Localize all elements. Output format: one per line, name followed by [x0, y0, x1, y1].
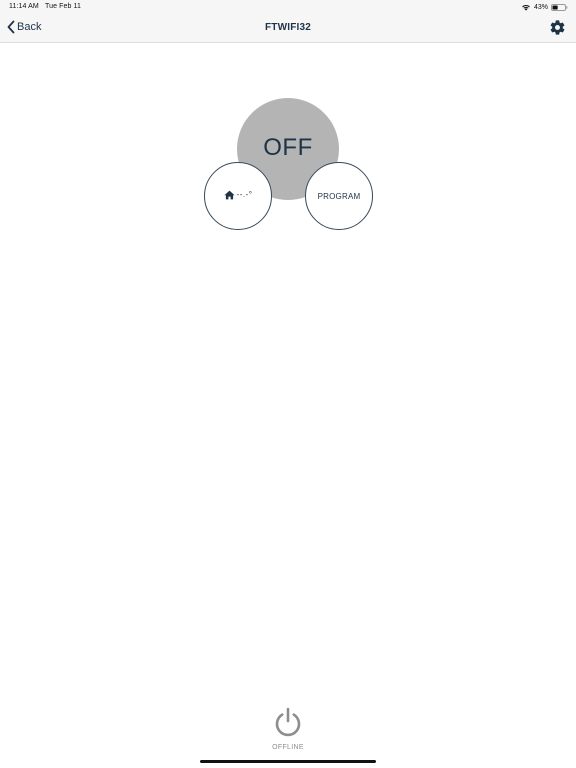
home-indicator[interactable]	[200, 760, 376, 763]
temperature-display: --.-°	[205, 190, 271, 200]
gear-icon	[549, 19, 566, 36]
temperature-value: --.-°	[236, 190, 253, 199]
connection-status: OFFLINE	[272, 744, 304, 751]
status-time: 11:14 AM	[9, 3, 39, 10]
battery-icon	[551, 3, 568, 11]
program-label: PROGRAM	[317, 192, 361, 201]
status-indicators: 43%	[521, 2, 568, 12]
status-date: Tue Feb 11	[45, 3, 82, 10]
home-icon	[223, 190, 235, 200]
temperature-button[interactable]: --.-°	[204, 162, 272, 230]
navigation-bar: Back FTWIFI32	[0, 14, 576, 43]
settings-button[interactable]	[549, 19, 566, 36]
status-time-date: 11:14 AM Tue Feb 11	[9, 3, 81, 10]
battery-percent: 43%	[533, 3, 548, 11]
page-title: FTWIFI32	[264, 22, 312, 33]
power-button[interactable]	[272, 706, 304, 738]
wifi-icon	[521, 3, 531, 11]
status-bar: 11:14 AM Tue Feb 11 43%	[0, 0, 576, 14]
mode-label: OFF	[263, 134, 313, 161]
power-icon	[272, 706, 304, 738]
program-button[interactable]: PROGRAM	[305, 162, 373, 230]
